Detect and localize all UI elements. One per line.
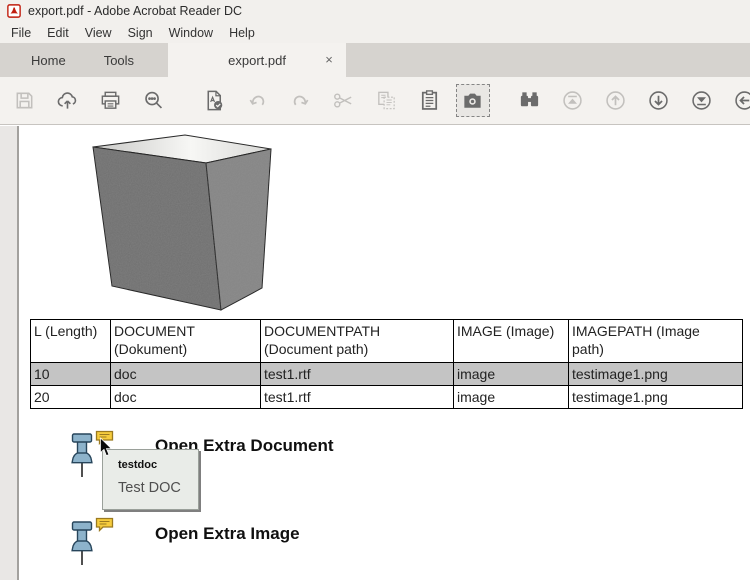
table-row: 20 doc test1.rtf image testimage1.png <box>30 385 743 409</box>
title-bar: export.pdf - Adobe Acrobat Reader DC <box>0 0 750 22</box>
next-page-icon[interactable] <box>637 83 680 119</box>
tab-document[interactable]: export.pdf × <box>168 43 347 77</box>
last-page-icon[interactable] <box>680 83 723 119</box>
copy-icon[interactable] <box>365 83 408 119</box>
save-icon[interactable] <box>3 83 46 119</box>
export-pdf-icon[interactable] <box>193 83 236 119</box>
menu-sign[interactable]: Sign <box>120 24 161 42</box>
menu-bar: File Edit View Sign Window Help <box>0 22 750 43</box>
table-cell: doc <box>110 362 261 386</box>
table-header-row: L (Length) DOCUMENT (Dokument) DOCUMENTPAT… <box>30 319 743 363</box>
menu-file[interactable]: File <box>3 24 39 42</box>
table-row: 10 doc test1.rtf image testimage1.png <box>30 362 743 386</box>
table-header-cell: L (Length) <box>30 319 111 363</box>
table-header-cell: IMAGE (Image) <box>453 319 569 363</box>
print-icon[interactable] <box>89 83 132 119</box>
tab-home[interactable]: Home <box>12 43 85 77</box>
note-badge-icon[interactable] <box>95 517 115 533</box>
table-header-cell: DOCUMENT (Dokument) <box>110 319 261 363</box>
table-cell: image <box>453 385 569 409</box>
share-cloud-icon[interactable] <box>46 83 89 119</box>
menu-help[interactable]: Help <box>221 24 263 42</box>
table-cell: testimage1.png <box>568 385 743 409</box>
tooltip-body: Test DOC <box>118 480 181 496</box>
tab-tools[interactable]: Tools <box>85 43 153 77</box>
acrobat-logo-icon <box>7 4 21 18</box>
page-gutter <box>0 126 19 580</box>
table-cell: 10 <box>30 362 111 386</box>
tab-close-icon[interactable]: × <box>322 52 336 67</box>
tooltip-title: testdoc <box>118 459 158 471</box>
table-cell: test1.rtf <box>260 362 454 386</box>
cube-image <box>85 130 275 320</box>
window-title: export.pdf - Adobe Acrobat Reader DC <box>28 4 243 18</box>
snapshot-icon[interactable] <box>455 84 490 117</box>
previous-view-icon[interactable] <box>723 83 750 119</box>
pdf-table: L (Length) DOCUMENT (Dokument) DOCUMENTPAT… <box>30 319 743 409</box>
main-toolbar <box>0 77 750 125</box>
cut-icon[interactable] <box>322 83 365 119</box>
tab-document-label: export.pdf <box>228 52 286 68</box>
first-page-icon[interactable] <box>551 83 594 119</box>
binoculars-icon[interactable] <box>508 83 551 119</box>
undo-icon[interactable] <box>236 83 279 119</box>
document-pane: L (Length) DOCUMENT (Dokument) DOCUMENTPAT… <box>0 126 750 580</box>
paste-icon[interactable] <box>408 83 451 119</box>
menu-window[interactable]: Window <box>161 24 221 42</box>
tab-bar: Home Tools export.pdf × <box>0 43 750 77</box>
table-cell: testimage1.png <box>568 362 743 386</box>
open-extra-image-label: Open Extra Image <box>155 524 300 543</box>
pushpin-document-icon[interactable] <box>69 433 95 479</box>
previous-page-icon[interactable] <box>594 83 637 119</box>
table-header-cell: IMAGEPATH (Image path) <box>568 319 743 363</box>
menu-edit[interactable]: Edit <box>39 24 77 42</box>
pushpin-image-icon[interactable] <box>69 521 95 567</box>
mouse-cursor-icon <box>99 437 113 463</box>
table-cell: 20 <box>30 385 111 409</box>
table-header-cell: DOCUMENTPATH (Document path) <box>260 319 454 363</box>
table-cell: doc <box>110 385 261 409</box>
annotation-tooltip: testdoc Test DOC <box>102 449 199 510</box>
menu-view[interactable]: View <box>77 24 120 42</box>
search-icon[interactable] <box>132 83 175 119</box>
table-cell: image <box>453 362 569 386</box>
table-cell: test1.rtf <box>260 385 454 409</box>
redo-icon[interactable] <box>279 83 322 119</box>
